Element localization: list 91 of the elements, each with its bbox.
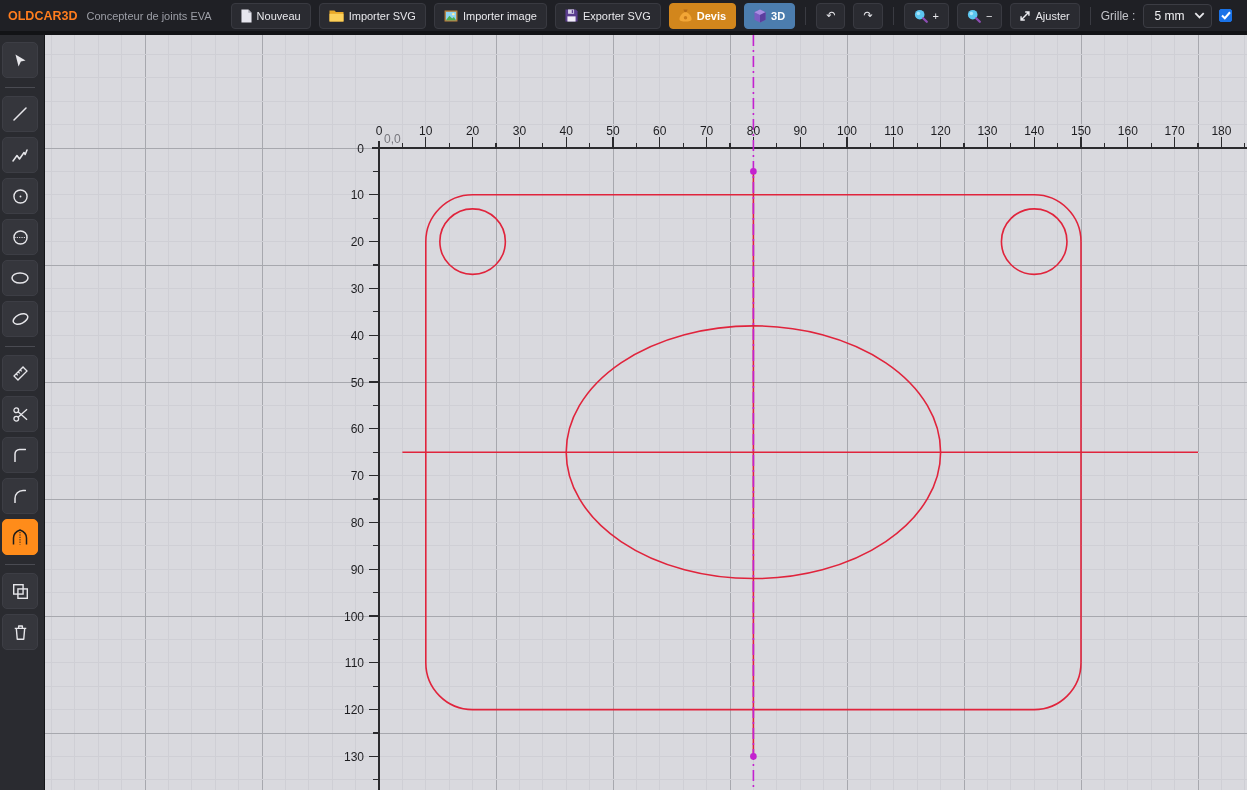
arch-icon — [12, 529, 28, 545]
chevron-down-icon — [1194, 12, 1206, 19]
measure-tool-button[interactable] — [2, 355, 38, 391]
fillet-tool-button[interactable] — [2, 437, 38, 473]
ruler-label: 180 — [1211, 124, 1232, 138]
circle-diameter-icon — [12, 229, 28, 245]
cube-icon — [754, 8, 767, 23]
export-svg-button[interactable]: Exporter SVG — [554, 2, 661, 29]
zoom-out-button[interactable]: − — [957, 2, 1003, 29]
ellipse-tool-button[interactable] — [2, 260, 38, 296]
circle-tool-button[interactable] — [2, 178, 38, 214]
ruler-label: 100 — [837, 124, 857, 138]
ruler-icon — [12, 365, 28, 381]
overlapping-squares-icon — [12, 583, 28, 599]
arc-corner-tool-button[interactable] — [2, 478, 38, 514]
rounded-corner-icon — [14, 448, 26, 462]
checkbox[interactable] — [1219, 9, 1233, 22]
ruler-label: 10 — [419, 124, 433, 138]
trash-icon — [13, 624, 27, 640]
ruler-label: 40 — [559, 124, 573, 138]
picture-icon — [443, 9, 458, 22]
duplicate-tool-button[interactable] — [2, 573, 38, 609]
checkmark-icon — [1220, 11, 1231, 20]
ruler-label: 100 — [343, 609, 364, 624]
ruler-label: 140 — [1024, 124, 1045, 138]
ruler-label: 110 — [884, 124, 904, 138]
redo-button[interactable]: ↷ — [853, 2, 883, 29]
ruler-label: 90 — [350, 562, 364, 577]
ruler-label: 130 — [343, 749, 364, 764]
ruler-label: 0 — [375, 124, 383, 138]
app-subtitle: Concepteur de joints EVA — [86, 9, 212, 22]
origin-label: 0,0 — [384, 132, 401, 146]
polyline-icon — [12, 148, 28, 162]
ruler-label: 60 — [653, 124, 667, 138]
circle — [439, 208, 507, 276]
ruler-label: 60 — [350, 422, 364, 437]
ruler-label: 70 — [350, 469, 364, 484]
ruler-label: 30 — [350, 281, 364, 296]
ruler-label: 170 — [1164, 124, 1185, 138]
zoom-in-button[interactable]: + — [903, 2, 950, 29]
polyline-tool-button[interactable] — [2, 137, 38, 173]
line-tool-button[interactable] — [2, 96, 38, 132]
ruler-label: 20 — [350, 235, 364, 250]
line-icon — [13, 107, 27, 121]
diagonal-arrow-icon — [1020, 10, 1031, 21]
import-svg-button[interactable]: Importer SVG — [318, 2, 426, 29]
ruler-label: 90 — [793, 124, 807, 138]
magnifier-icon — [913, 8, 928, 23]
select-tool-button[interactable] — [2, 42, 38, 78]
pointer-icon — [14, 53, 26, 67]
delete-tool-button[interactable] — [2, 614, 38, 650]
app-logo: OLDCAR3D — [8, 8, 78, 23]
ellipse-icon — [11, 272, 29, 284]
ruler-label: 40 — [350, 328, 364, 343]
import-image-button[interactable]: Importer image — [433, 2, 547, 29]
ruler-label: 20 — [465, 124, 480, 138]
ruler-label: 0 — [357, 141, 364, 156]
ruler-label: 80 — [350, 515, 364, 530]
ruler-label: 70 — [699, 124, 714, 138]
circle-icon — [12, 188, 28, 204]
symmetry-tool-button[interactable] — [2, 519, 38, 555]
document-icon — [240, 8, 252, 23]
cut-tool-button[interactable] — [2, 396, 38, 432]
ruler-label: 120 — [343, 703, 364, 718]
ruler-label: 30 — [512, 124, 527, 138]
tilted-ellipse-tool-button[interactable] — [2, 301, 38, 337]
3d-view-button[interactable]: 3D — [744, 2, 796, 29]
ruler-label: 10 — [350, 188, 364, 203]
grid-size-select[interactable]: 5 mm — [1143, 3, 1213, 28]
new-file-button[interactable]: Nouveau — [230, 2, 311, 29]
grid-size-label: Grille : — [1100, 8, 1136, 23]
money-bag-icon — [678, 9, 692, 22]
ruler-label: 120 — [930, 124, 951, 138]
folder-icon — [328, 9, 344, 22]
tilted-ellipse-icon — [11, 313, 29, 325]
ruler-label: 160 — [1117, 124, 1138, 138]
ruler-label: 80 — [746, 124, 761, 138]
scissors-icon — [12, 406, 28, 422]
arc-corner-icon — [14, 489, 26, 503]
magnifier-icon — [967, 8, 982, 23]
circle — [1000, 208, 1068, 276]
ruler-label: 130 — [977, 124, 998, 138]
ruler-label: 150 — [1071, 124, 1091, 138]
fit-view-button[interactable]: Ajuster — [1010, 2, 1080, 29]
circle-diameter-tool-button[interactable] — [2, 219, 38, 255]
undo-button[interactable]: ↶ — [816, 2, 846, 29]
endpoint-marker-icon[interactable] — [750, 168, 757, 175]
ruler-label: 50 — [606, 124, 620, 138]
endpoint-marker-icon[interactable] — [750, 753, 757, 760]
ruler-label: 110 — [344, 656, 364, 671]
ruler-label: 50 — [350, 375, 364, 390]
